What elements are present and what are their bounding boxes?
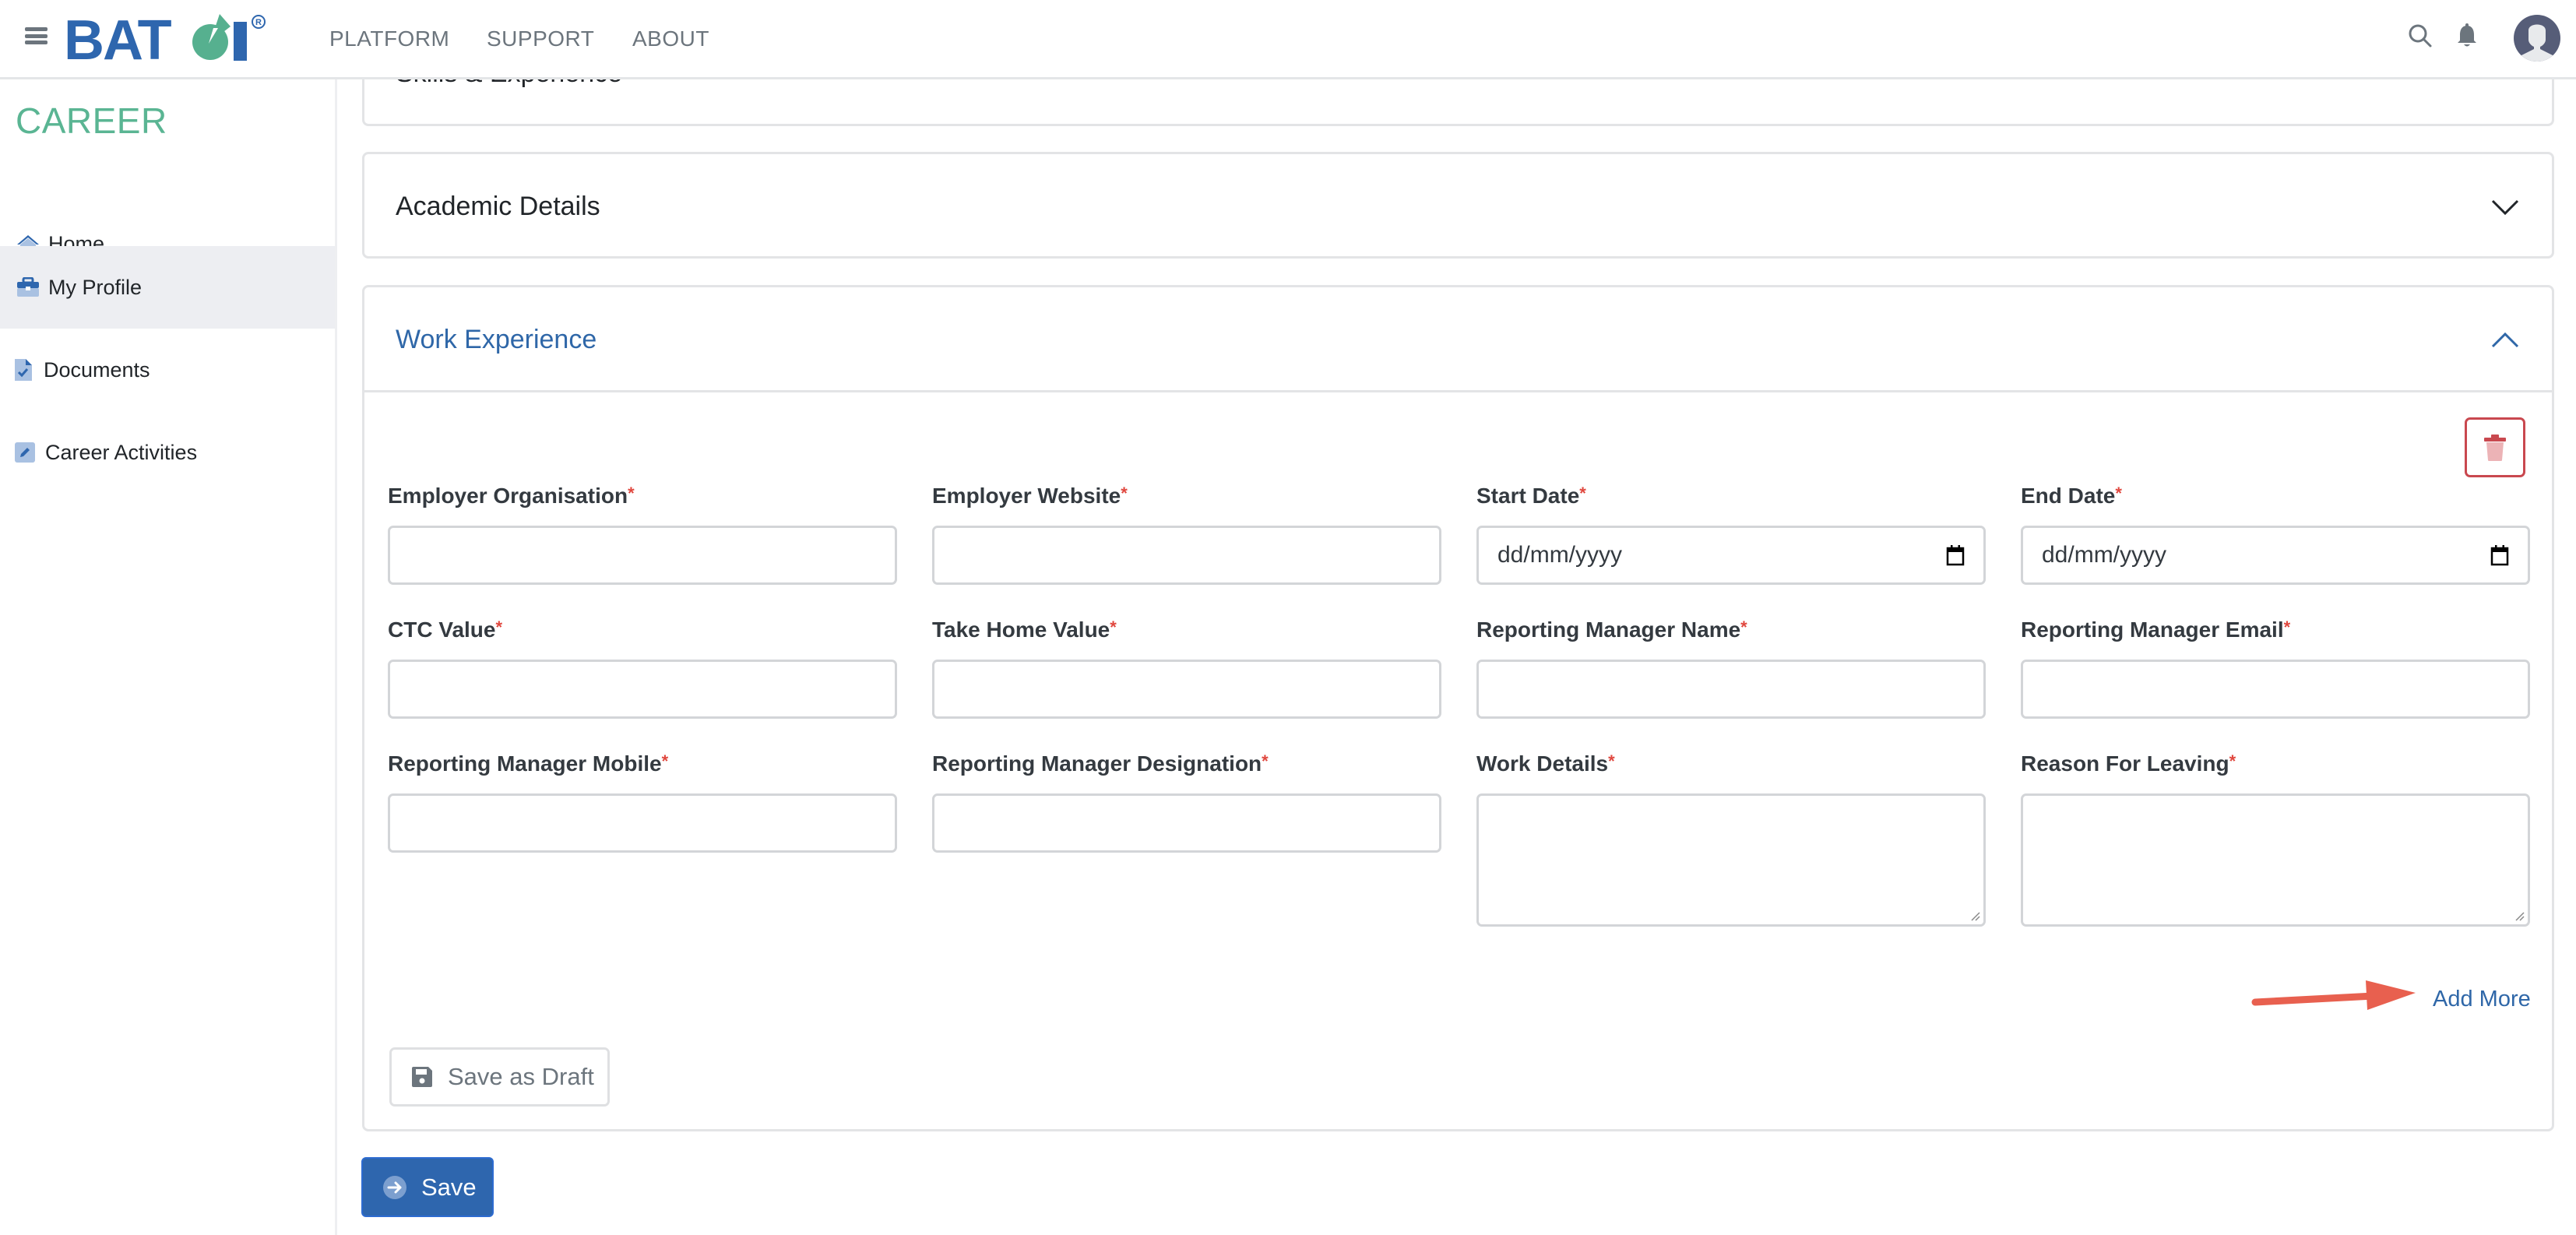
accordion-title: Academic Details <box>396 192 600 221</box>
document-check-icon <box>9 357 37 382</box>
briefcase-icon <box>14 275 42 300</box>
field-label: Work Details <box>1476 751 1609 776</box>
resize-grip-icon[interactable] <box>1969 910 1980 921</box>
required-marker: * <box>1740 618 1747 637</box>
field-reporting-manager-mobile: Reporting Manager Mobile* <box>388 751 897 853</box>
sidebar-item-label: Documents <box>44 357 150 382</box>
delete-entry-button[interactable] <box>2465 417 2525 477</box>
add-more-link[interactable]: Add More <box>2433 987 2531 1012</box>
field-label: Reporting Manager Designation <box>932 751 1262 776</box>
trash-icon <box>2484 434 2506 461</box>
take-home-value-input[interactable] <box>932 660 1441 719</box>
reporting-manager-mobile-input[interactable] <box>388 793 897 853</box>
accordion-work-experience: Work Experience Employer Organisation* E… <box>362 285 2554 1131</box>
save-as-draft-button[interactable]: Save as Draft <box>389 1047 610 1107</box>
sidebar-title: CAREER <box>16 100 167 141</box>
bell-icon[interactable] <box>2453 22 2481 50</box>
resize-grip-icon[interactable] <box>2514 910 2525 921</box>
user-avatar[interactable] <box>2514 15 2560 62</box>
sidebar: CAREER Home My Profile Documents Career … <box>0 79 337 1235</box>
sidebar-item-label: My Profile <box>48 275 143 299</box>
required-marker: * <box>495 618 503 637</box>
reporting-manager-designation-input[interactable] <box>932 793 1441 853</box>
required-marker: * <box>1608 751 1615 771</box>
end-date-input[interactable]: dd/mm/yyyy <box>2021 526 2530 585</box>
field-label: Reporting Manager Mobile <box>388 751 662 776</box>
field-reason-for-leaving: Reason For Leaving* <box>2021 751 2530 927</box>
required-marker: * <box>1262 751 1269 771</box>
sidebar-item-my-profile[interactable]: My Profile <box>0 246 335 329</box>
reporting-manager-name-input[interactable] <box>1476 660 1986 719</box>
start-date-input[interactable]: dd/mm/yyyy <box>1476 526 1986 585</box>
date-placeholder: dd/mm/yyyy <box>1497 542 1623 568</box>
nav-platform[interactable]: PLATFORM <box>329 26 449 51</box>
ctc-value-input[interactable] <box>388 660 897 719</box>
svg-text:R: R <box>255 18 262 27</box>
required-marker: * <box>2229 751 2236 771</box>
nav-support[interactable]: SUPPORT <box>487 26 594 51</box>
top-header: BAT R PLATFORM SUPPORT ABOUT <box>0 0 2576 79</box>
date-placeholder: dd/mm/yyyy <box>2042 542 2167 568</box>
required-marker: * <box>628 484 635 503</box>
reason-for-leaving-textarea[interactable] <box>2021 793 2530 927</box>
field-label: End Date <box>2021 484 2116 508</box>
field-employer-website: Employer Website* <box>932 484 1441 585</box>
save-as-draft-label: Save as Draft <box>448 1063 594 1090</box>
field-take-home-value: Take Home Value* <box>932 618 1441 719</box>
field-reporting-manager-name: Reporting Manager Name* <box>1476 618 1986 719</box>
arrow-right-circle-icon <box>383 1175 406 1199</box>
search-icon[interactable] <box>2406 22 2434 50</box>
save-button[interactable]: Save <box>361 1157 494 1217</box>
required-marker: * <box>1110 618 1117 637</box>
field-label: Reporting Manager Email <box>2021 618 2284 642</box>
field-end-date: End Date* dd/mm/yyyy <box>2021 484 2530 585</box>
calendar-icon[interactable] <box>2490 544 2509 566</box>
field-reporting-manager-email: Reporting Manager Email* <box>2021 618 2530 719</box>
accordion-header[interactable]: Work Experience <box>364 287 2552 392</box>
save-label: Save <box>421 1173 477 1201</box>
accordion-title: Work Experience <box>396 325 597 354</box>
work-details-textarea[interactable] <box>1476 793 1986 927</box>
field-label: Take Home Value <box>932 618 1110 642</box>
calendar-icon[interactable] <box>1946 544 1965 566</box>
sidebar-item-documents[interactable]: Documents <box>0 329 335 411</box>
field-label: Reason For Leaving <box>2021 751 2229 776</box>
field-work-details: Work Details* <box>1476 751 1986 927</box>
accordion-academic-details[interactable]: Academic Details <box>362 152 2554 259</box>
batoi-logo[interactable]: BAT R <box>64 11 282 64</box>
reporting-manager-email-input[interactable] <box>2021 660 2530 719</box>
nav-about[interactable]: ABOUT <box>632 26 709 51</box>
employer-website-input[interactable] <box>932 526 1441 585</box>
required-marker: * <box>2283 618 2291 637</box>
field-reporting-manager-designation: Reporting Manager Designation* <box>932 751 1441 853</box>
edit-icon <box>11 440 39 465</box>
field-label: Employer Organisation <box>388 484 628 508</box>
field-label: Reporting Manager Name <box>1476 618 1741 642</box>
field-ctc-value: CTC Value* <box>388 618 897 719</box>
field-label: CTC Value <box>388 618 496 642</box>
hamburger-menu-icon[interactable] <box>25 27 48 44</box>
required-marker: * <box>2115 484 2122 503</box>
field-label: Employer Website <box>932 484 1121 508</box>
required-marker: * <box>661 751 669 771</box>
sidebar-item-career-activities[interactable]: Career Activities <box>0 411 335 494</box>
field-start-date: Start Date* dd/mm/yyyy <box>1476 484 1986 585</box>
annotation-arrow-icon <box>2251 980 2416 1010</box>
chevron-down-icon[interactable] <box>2491 199 2519 216</box>
field-employer-organisation: Employer Organisation* <box>388 484 897 585</box>
floppy-disk-icon <box>412 1067 432 1087</box>
svg-text:BAT: BAT <box>64 11 172 64</box>
required-marker: * <box>1579 484 1586 503</box>
user-avatar-icon <box>2521 24 2553 62</box>
sidebar-item-label: Career Activities <box>45 440 198 464</box>
field-label: Start Date <box>1476 484 1580 508</box>
employer-organisation-input[interactable] <box>388 526 897 585</box>
required-marker: * <box>1121 484 1128 503</box>
chevron-up-icon[interactable] <box>2491 331 2519 348</box>
